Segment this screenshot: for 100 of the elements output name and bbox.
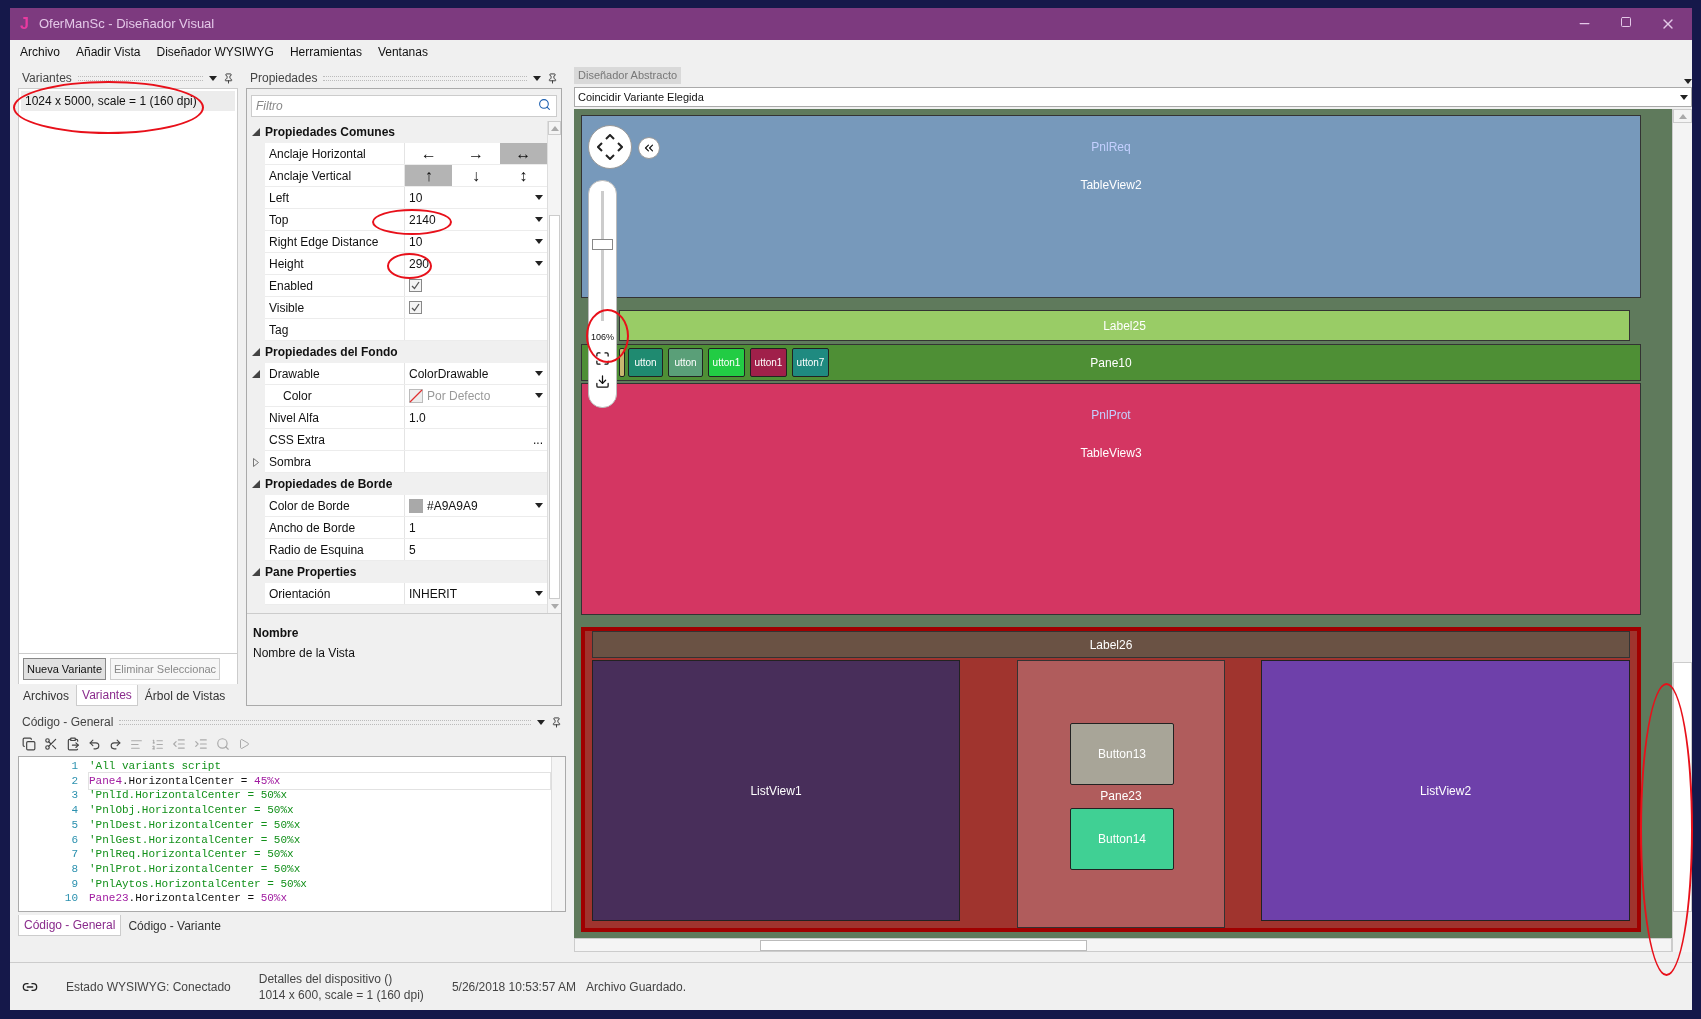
property-row[interactable]: Ancho de Borde 1	[265, 517, 547, 539]
line-number: 8	[70, 861, 79, 877]
panel-tab[interactable]: Archivos	[18, 685, 74, 706]
button-view[interactable]: utton	[628, 348, 663, 377]
maximize-icon[interactable]	[1620, 16, 1632, 28]
property-row[interactable]: Orientación INHERIT	[265, 583, 547, 605]
code-tab[interactable]: Código - Variante	[123, 915, 226, 936]
zoom-slider[interactable]	[592, 191, 613, 321]
line-number: 6	[70, 832, 79, 848]
button-view[interactable]: utton7	[792, 348, 829, 377]
download-icon[interactable]	[595, 373, 610, 389]
list-view[interactable]: ListView2	[1261, 660, 1630, 921]
pane-view[interactable]: utton utton utton1 utton1 utton7 Pane10	[581, 344, 1641, 381]
timestamp: 5/26/2018 10:53:57 AM	[451, 978, 576, 996]
line-number: 7	[70, 847, 79, 863]
property-row[interactable]: Height 290	[265, 253, 547, 275]
property-row[interactable]: Sombra	[265, 451, 547, 473]
undo-icon[interactable]	[88, 737, 101, 751]
property-label: CSS Extra	[269, 431, 325, 449]
variant-mode-dropdown[interactable]: Coincidir Variante Elegida	[574, 87, 1692, 107]
property-dropdown[interactable]: INHERIT	[405, 583, 547, 604]
property-checkbox[interactable]	[409, 301, 422, 314]
property-dropdown[interactable]: 290	[405, 253, 547, 274]
button-view[interactable]: utton1	[750, 348, 787, 377]
property-row[interactable]: Enabled	[265, 275, 547, 297]
ellipsis-button[interactable]: ...	[533, 430, 543, 449]
property-label: Enabled	[269, 277, 314, 295]
property-row[interactable]: Right Edge Distance 10	[265, 231, 547, 253]
property-row[interactable]: Radio de Esquina 5	[265, 539, 547, 561]
search-icon[interactable]	[538, 98, 551, 111]
collapse-triangle-icon[interactable]	[252, 348, 260, 356]
view-label: ListView1	[750, 782, 802, 800]
property-row[interactable]: Left 10	[265, 187, 547, 209]
property-row[interactable]: Anclaje Horizontal ← → ↔	[265, 143, 547, 165]
property-row[interactable]: Nivel Alfa 1.0	[265, 407, 547, 429]
pin-icon[interactable]	[547, 72, 558, 84]
property-row[interactable]: Top 2140	[265, 209, 547, 231]
filter-field[interactable]: Filtro	[251, 95, 557, 117]
property-value[interactable]: 1	[409, 518, 416, 537]
caret-icon	[1680, 94, 1688, 100]
property-label: Ancho de Borde	[269, 519, 356, 537]
button-view[interactable]	[619, 348, 625, 377]
property-row[interactable]: Visible	[265, 297, 547, 319]
property-dropdown[interactable]: 10	[405, 187, 547, 208]
property-checkbox[interactable]	[409, 279, 422, 292]
menu-item[interactable]: Añadir Vista	[76, 43, 141, 61]
design-canvas[interactable]: PnlReq TableView2 Label25 utton utton utton1 utton1 utton7 Pane10 PnlProt TableView3 Label26 ListView1 Button13 Pane23 Button14 ListView2 106%	[574, 109, 1672, 938]
property-dropdown[interactable]: 10	[405, 231, 547, 252]
menu-item[interactable]: Herramientas	[289, 43, 362, 61]
fit-icon[interactable]	[595, 350, 610, 366]
collapse-triangle-icon[interactable]	[252, 128, 260, 136]
new-variant-button[interactable]: Nueva Variante	[23, 658, 106, 680]
label-view[interactable]: Label26	[592, 631, 1630, 658]
view-label: TableView3	[1080, 445, 1142, 462]
color-dropdown[interactable]: #A9A9A9	[405, 495, 547, 516]
menu-item[interactable]: Archivo	[20, 43, 60, 61]
collapse-triangle-icon[interactable]	[252, 480, 260, 488]
property-dropdown[interactable]: ColorDrawable	[405, 363, 547, 384]
variant-item[interactable]: 1024 x 5000, scale = 1 (160 dpi)	[21, 91, 235, 111]
collapse-triangle-icon[interactable]	[252, 568, 260, 576]
caret-icon	[535, 239, 543, 244]
view-label: Label26	[1089, 636, 1133, 654]
pin-icon[interactable]	[223, 72, 234, 84]
section-title: Propiedades del Fondo	[265, 344, 398, 361]
property-value[interactable]: 5	[409, 540, 416, 559]
code-tab[interactable]: Código - General	[18, 915, 122, 936]
property-row[interactable]: Anclaje Vertical ↑ ↓ ↕	[265, 165, 547, 187]
property-row[interactable]: CSS Extra ...	[265, 429, 547, 451]
horizontal-scrollbar[interactable]	[574, 938, 1672, 952]
property-row[interactable]: Tag	[265, 319, 547, 341]
cut-icon[interactable]	[44, 737, 58, 751]
collapse-triangle-icon[interactable]	[252, 370, 260, 378]
property-value[interactable]: 1.0	[409, 408, 426, 427]
line-number: 3	[70, 788, 79, 804]
vertical-scrollbar[interactable]	[551, 757, 565, 911]
expand-triangle-icon[interactable]	[253, 457, 259, 467]
section-title: Propiedades de Borde	[265, 476, 393, 493]
menu-item[interactable]: Diseñador WYSIWYG	[156, 43, 274, 61]
slider-thumb[interactable]	[592, 238, 613, 250]
redo-icon[interactable]	[109, 737, 122, 751]
list-view[interactable]: ListView1	[592, 660, 960, 921]
property-row[interactable]: Color Por Defecto	[265, 385, 547, 407]
property-label: Tag	[269, 321, 289, 339]
anchor-toggle[interactable]: ↑	[405, 165, 453, 186]
pane-view[interactable]: PnlProt TableView3	[581, 383, 1641, 615]
annotation-ellipse	[586, 309, 629, 363]
pin-icon[interactable]	[551, 716, 562, 728]
panel-tab[interactable]: Variantes	[76, 685, 138, 706]
property-row[interactable]: Drawable ColorDrawable	[265, 363, 547, 385]
four-arrows-icon	[597, 134, 623, 160]
panel-tab[interactable]: Árbol de Vistas	[139, 685, 231, 706]
anchor-toggle[interactable]: ↔	[499, 143, 547, 164]
zoom-reading: 106%	[591, 331, 614, 344]
frame-pane[interactable]: Label26 ListView1 Button13 Pane23 Button14 ListView2	[581, 627, 1641, 932]
property-dropdown[interactable]: 2140	[405, 209, 547, 230]
menu-item[interactable]: Ventanas	[377, 43, 428, 61]
vertical-scrollbar[interactable]	[1672, 109, 1692, 952]
property-row[interactable]: Color de Borde #A9A9A9	[265, 495, 547, 517]
paste-icon[interactable]	[66, 737, 80, 751]
copy-icon[interactable]	[22, 737, 36, 751]
